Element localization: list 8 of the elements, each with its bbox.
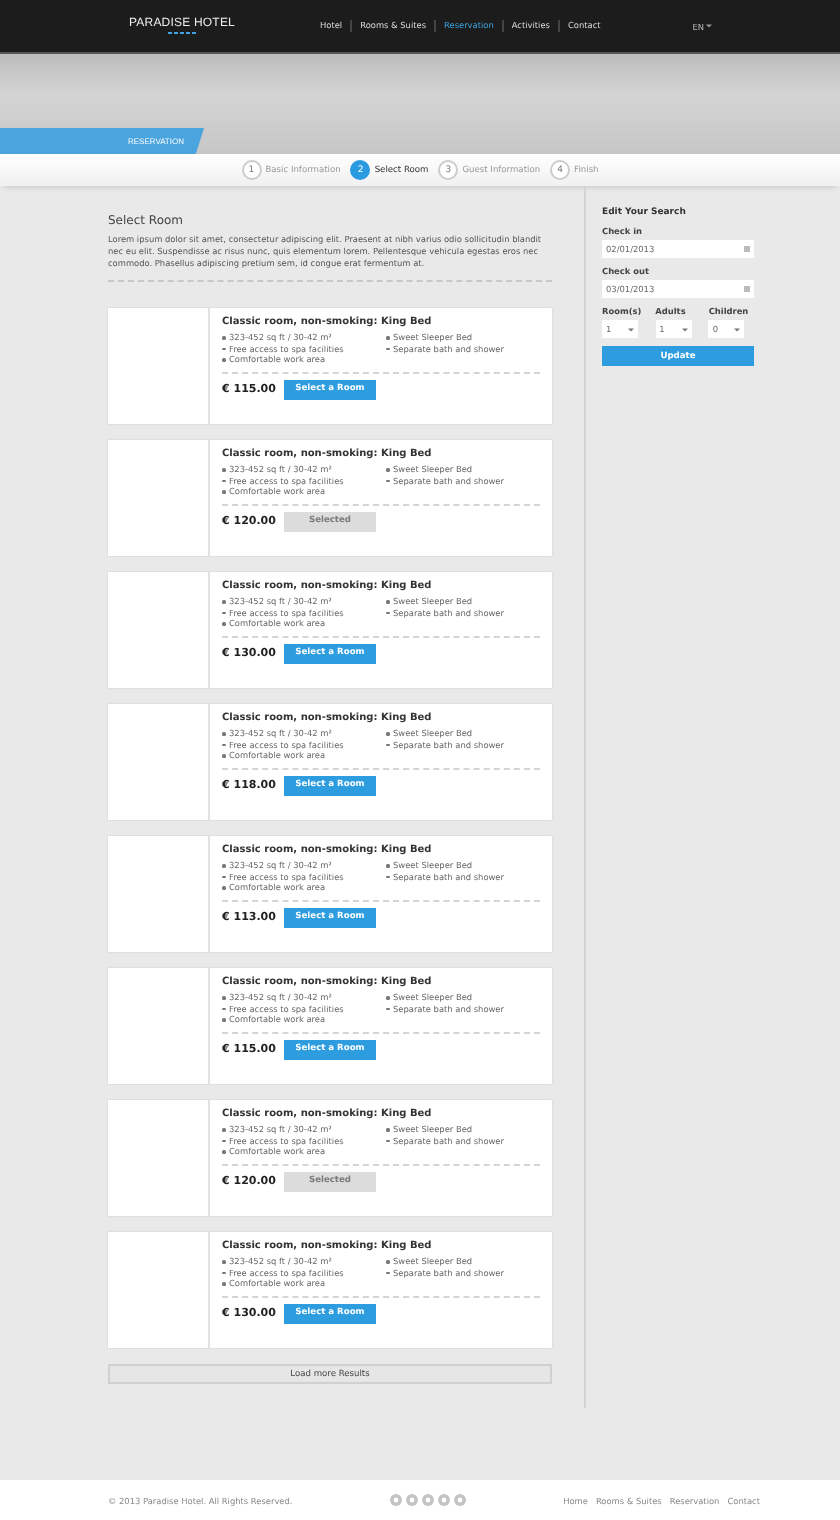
caret-icon	[628, 327, 634, 331]
caret-icon	[681, 327, 688, 331]
caret-icon	[734, 327, 741, 331]
calendar-icon	[744, 246, 750, 252]
social-icon[interactable]	[421, 1494, 434, 1506]
social-icon[interactable]	[453, 1494, 466, 1506]
caret-icon	[706, 24, 712, 28]
calendar-icon	[744, 286, 750, 292]
